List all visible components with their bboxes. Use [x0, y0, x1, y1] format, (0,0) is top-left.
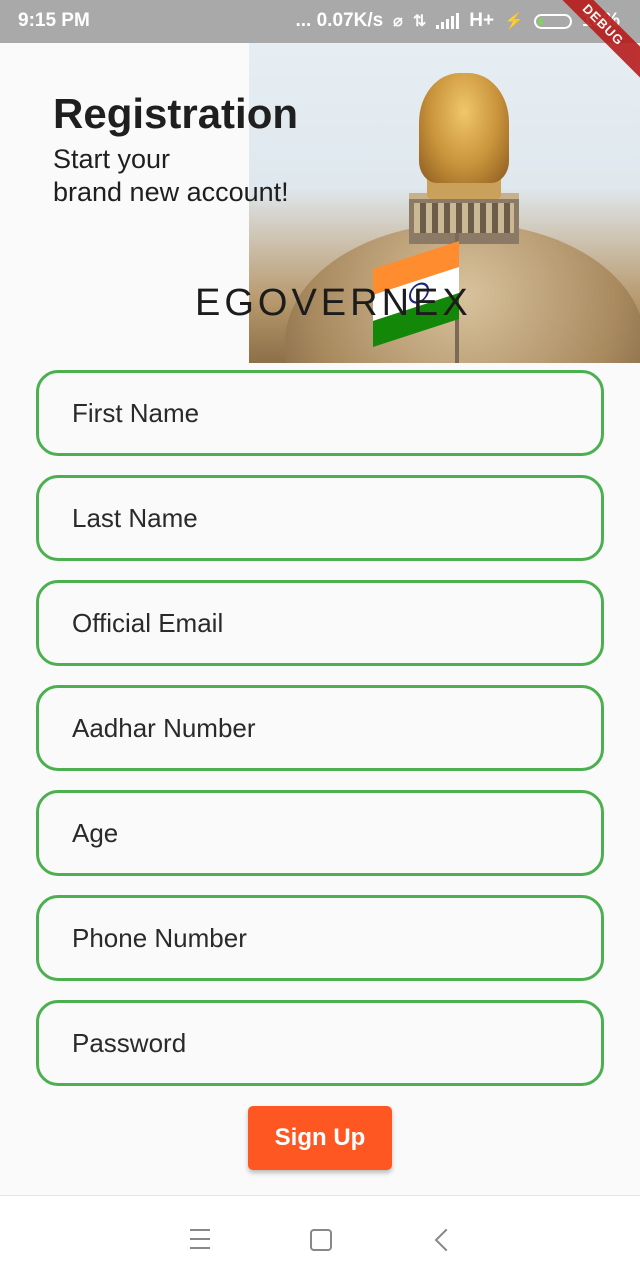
menu-icon[interactable]	[182, 1222, 218, 1258]
system-nav-bar	[0, 1195, 640, 1281]
status-time: 9:15 PM	[18, 10, 90, 31]
vibrate-off-icon: ⌀	[393, 13, 403, 30]
home-icon[interactable]	[302, 1222, 338, 1258]
dome-pillars	[414, 203, 514, 233]
sign-up-button[interactable]: Sign Up	[248, 1106, 392, 1170]
battery-icon	[533, 13, 572, 29]
aadhar-number-field[interactable]	[36, 685, 604, 771]
password-field[interactable]	[36, 1000, 604, 1086]
back-icon[interactable]	[424, 1222, 460, 1258]
status-bar: 9:15 PM ... 0.07K/s ⌀ ⇅ H+ ⚡ 13%	[0, 0, 640, 43]
page-subtitle: Start your brand new account!	[53, 144, 289, 207]
network-type: H+	[469, 10, 495, 31]
data-arrows-icon: ⇅	[412, 13, 427, 30]
brand-name: EGOVERNEX	[195, 282, 472, 324]
net-speed: ... 0.07K/s	[295, 10, 384, 31]
page-title: Registration	[53, 90, 299, 137]
phone-number-field[interactable]	[36, 895, 604, 981]
official-email-field[interactable]	[36, 580, 604, 666]
lion-capital-emblem	[419, 73, 509, 183]
first-name-field[interactable]	[36, 370, 604, 456]
charging-icon: ⚡	[504, 13, 524, 30]
last-name-field[interactable]	[36, 475, 604, 561]
signal-icon	[436, 13, 460, 29]
status-icons: ... 0.07K/s ⌀ ⇅ H+ ⚡ 13%	[296, 10, 621, 32]
age-field[interactable]	[36, 790, 604, 876]
